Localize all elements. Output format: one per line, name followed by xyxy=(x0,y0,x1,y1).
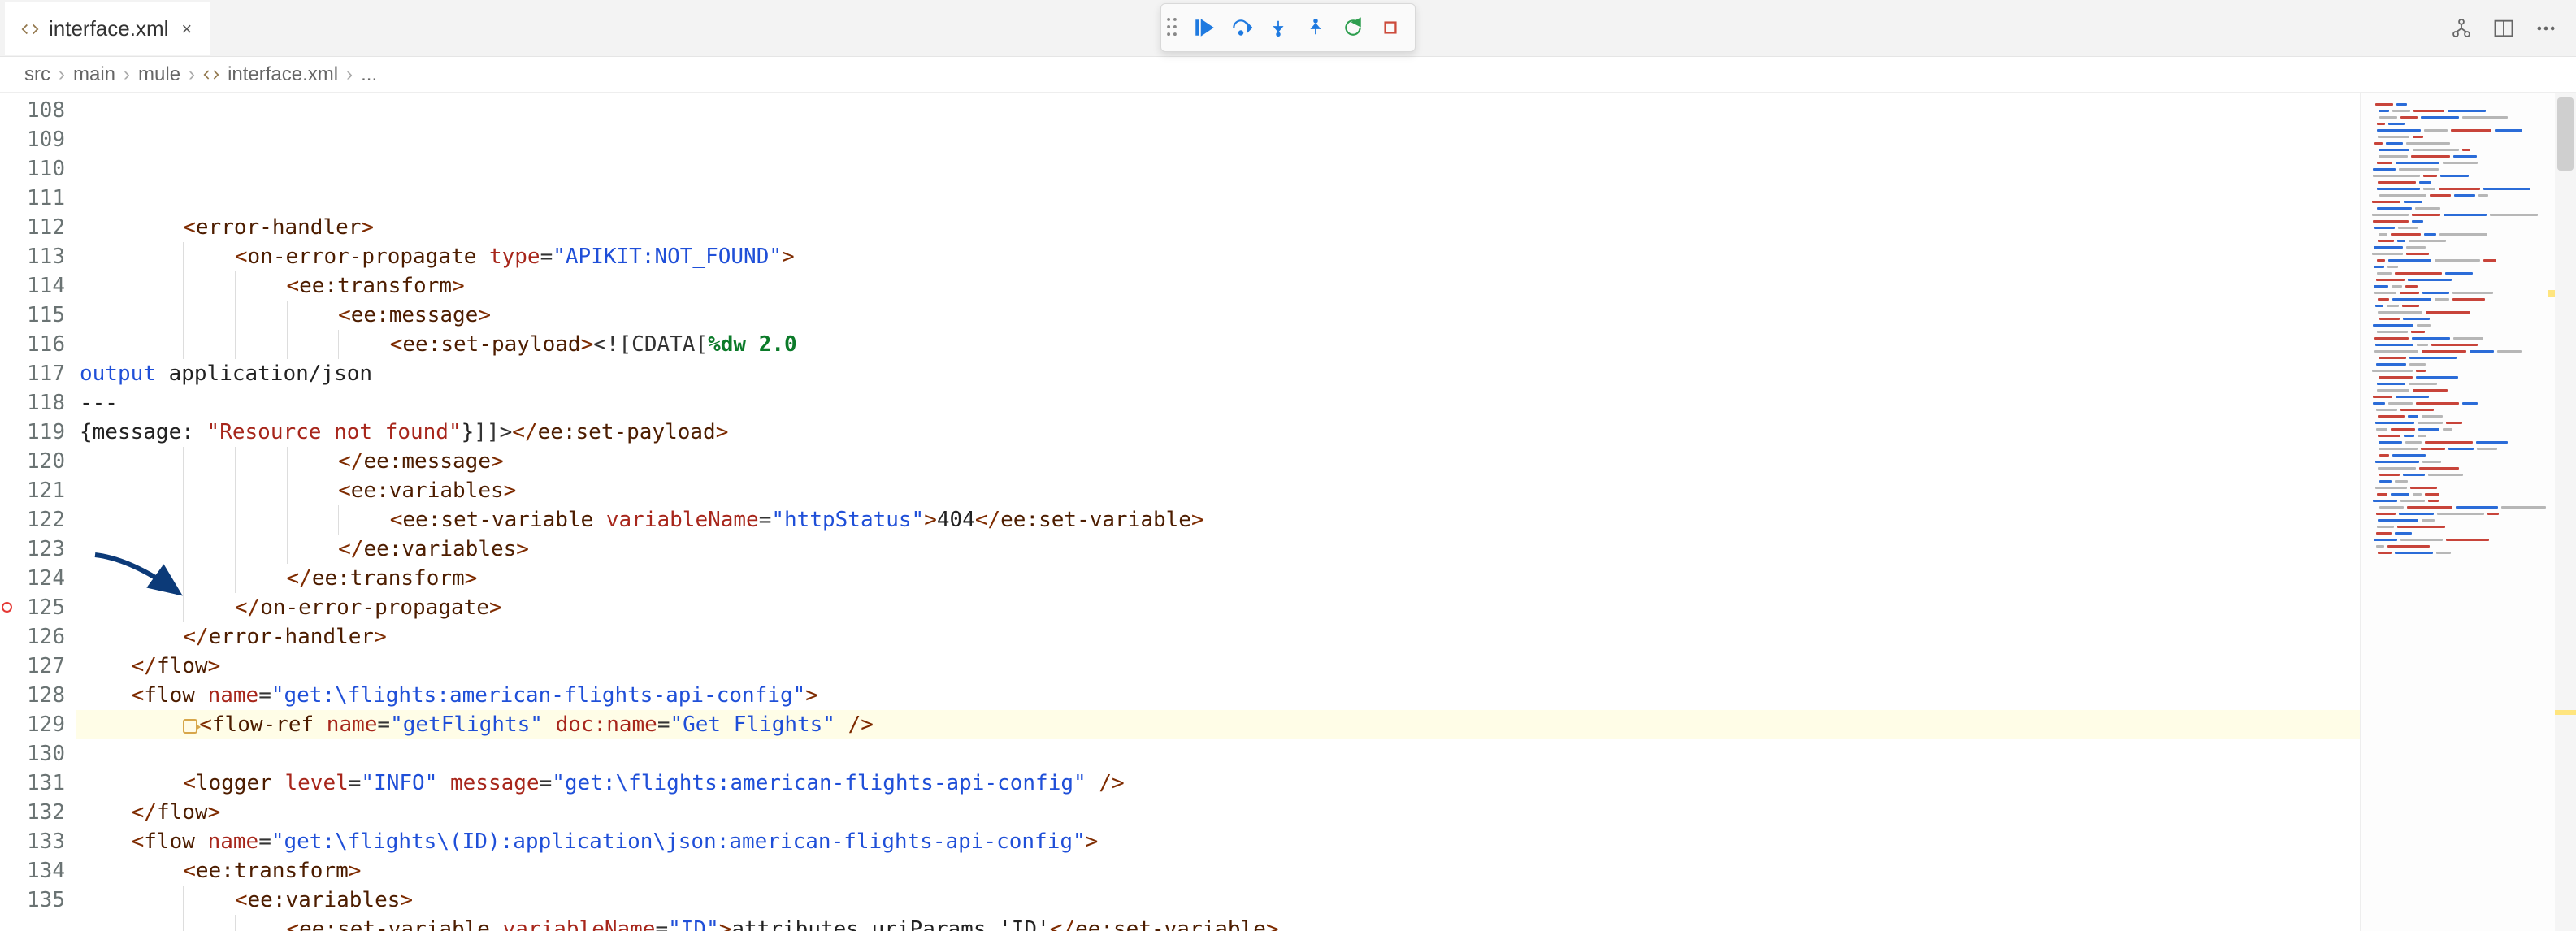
code-line[interactable]: <ee:variables> xyxy=(76,886,2360,915)
code-line[interactable]: <ee:set-payload><![CDATA[%dw 2.0 xyxy=(76,330,2360,359)
line-number: 120 xyxy=(13,447,76,476)
minimap-highlight xyxy=(2548,290,2555,297)
scrollbar-mark xyxy=(2555,710,2576,715)
code-line[interactable]: </ee:transform> xyxy=(76,564,2360,593)
breadcrumb-item[interactable]: main xyxy=(73,63,115,86)
line-number: 108 xyxy=(13,96,76,125)
more-icon[interactable] xyxy=(2532,15,2560,42)
line-number: 135 xyxy=(13,886,76,915)
line-number: 113 xyxy=(13,242,76,271)
chevron-right-icon: › xyxy=(189,63,195,86)
debug-toolbar[interactable] xyxy=(1160,3,1416,52)
title-bar: interface.xml × xyxy=(0,0,2576,57)
title-actions xyxy=(2448,0,2576,56)
xml-file-icon xyxy=(203,67,219,83)
line-number: 125 xyxy=(13,593,76,622)
line-number: 115 xyxy=(13,301,76,330)
code-line[interactable]: <flow name="get:\flights\(ID):applicatio… xyxy=(76,827,2360,856)
vertical-scrollbar[interactable] xyxy=(2555,93,2576,931)
scrollbar-thumb[interactable] xyxy=(2557,97,2574,171)
minimap[interactable] xyxy=(2360,93,2555,931)
code-line[interactable] xyxy=(76,739,2360,769)
line-number: 116 xyxy=(13,330,76,359)
code-line[interactable]: <ee:transform> xyxy=(76,856,2360,886)
line-number: 121 xyxy=(13,476,76,505)
editor: 1081091101111121131141151161171181191201… xyxy=(0,93,2576,931)
line-number: 124 xyxy=(13,564,76,593)
breadcrumb-item[interactable]: ... xyxy=(361,63,377,86)
code-line[interactable]: <ee:transform> xyxy=(76,271,2360,301)
code-line[interactable]: {message: "Resource not found"}]]></ee:s… xyxy=(76,418,2360,447)
step-into-button[interactable] xyxy=(1262,11,1295,44)
line-number: 130 xyxy=(13,739,76,769)
code-line[interactable]: <flow name="get:\flights:american-flight… xyxy=(76,681,2360,710)
continue-button[interactable] xyxy=(1187,11,1220,44)
breadcrumb-item[interactable]: interface.xml xyxy=(228,63,338,86)
chevron-right-icon: › xyxy=(59,63,65,86)
line-number: 114 xyxy=(13,271,76,301)
execution-marker-icon xyxy=(183,719,197,734)
split-editor-icon[interactable] xyxy=(2490,15,2517,42)
line-number: 129 xyxy=(13,710,76,739)
line-number: 111 xyxy=(13,184,76,213)
code-line[interactable]: <logger level="INFO" message="get:\fligh… xyxy=(76,769,2360,798)
code-line[interactable]: <ee:set-variable variableName="httpStatu… xyxy=(76,505,2360,535)
code-area[interactable]: <error-handler> <on-error-propagate type… xyxy=(76,93,2360,931)
restart-button[interactable] xyxy=(1337,11,1369,44)
line-number: 122 xyxy=(13,505,76,535)
breadcrumb: src › main › mule › interface.xml › ... xyxy=(0,57,2576,93)
code-line[interactable]: <error-handler> xyxy=(76,213,2360,242)
line-number: 123 xyxy=(13,535,76,564)
line-number: 117 xyxy=(13,359,76,388)
breadcrumb-item[interactable]: src xyxy=(24,63,50,86)
line-number: 128 xyxy=(13,681,76,710)
chevron-right-icon: › xyxy=(124,63,130,86)
line-number: 126 xyxy=(13,622,76,652)
breadcrumb-item[interactable]: mule xyxy=(138,63,180,86)
line-number: 132 xyxy=(13,798,76,827)
code-line[interactable]: </flow> xyxy=(76,798,2360,827)
line-number: 131 xyxy=(13,769,76,798)
code-line[interactable]: </flow> xyxy=(76,652,2360,681)
tab-interface-xml[interactable]: interface.xml × xyxy=(5,2,210,55)
line-number: 112 xyxy=(13,213,76,242)
breakpoint-gutter[interactable] xyxy=(0,93,13,931)
code-line[interactable]: <on-error-propagate type="APIKIT:NOT_FOU… xyxy=(76,242,2360,271)
code-line[interactable]: </ee:variables> xyxy=(76,535,2360,564)
hierarchy-icon[interactable] xyxy=(2448,15,2475,42)
close-icon[interactable]: × xyxy=(181,19,192,40)
code-line[interactable]: --- xyxy=(76,388,2360,418)
line-number-column: 1081091101111121131141151161171181191201… xyxy=(13,93,76,931)
chevron-right-icon: › xyxy=(346,63,353,86)
step-out-button[interactable] xyxy=(1299,11,1332,44)
line-number: 133 xyxy=(13,827,76,856)
line-number: 109 xyxy=(13,125,76,154)
tab-strip: interface.xml × xyxy=(0,0,210,56)
line-number: 127 xyxy=(13,652,76,681)
code-line[interactable]: </error-handler> xyxy=(76,622,2360,652)
line-number: 134 xyxy=(13,856,76,886)
code-line[interactable]: </ee:message> xyxy=(76,447,2360,476)
tab-label: interface.xml xyxy=(49,16,168,41)
line-number: 110 xyxy=(13,154,76,184)
line-number: 118 xyxy=(13,388,76,418)
stop-button[interactable] xyxy=(1374,11,1407,44)
code-line[interactable]: <ee:variables> xyxy=(76,476,2360,505)
code-line[interactable]: <ee:message> xyxy=(76,301,2360,330)
step-over-button[interactable] xyxy=(1225,11,1257,44)
line-number: 119 xyxy=(13,418,76,447)
code-line[interactable]: output application/json xyxy=(76,359,2360,388)
xml-file-icon xyxy=(20,19,41,40)
breakpoint-marker[interactable] xyxy=(2,602,12,613)
drag-grip-icon[interactable] xyxy=(1166,16,1179,39)
code-line[interactable]: </on-error-propagate> xyxy=(76,593,2360,622)
code-line[interactable]: <flow-ref name="getFlights" doc:name="Ge… xyxy=(76,710,2360,739)
code-line[interactable]: <ee:set-variable variableName="ID">attri… xyxy=(76,915,2360,931)
